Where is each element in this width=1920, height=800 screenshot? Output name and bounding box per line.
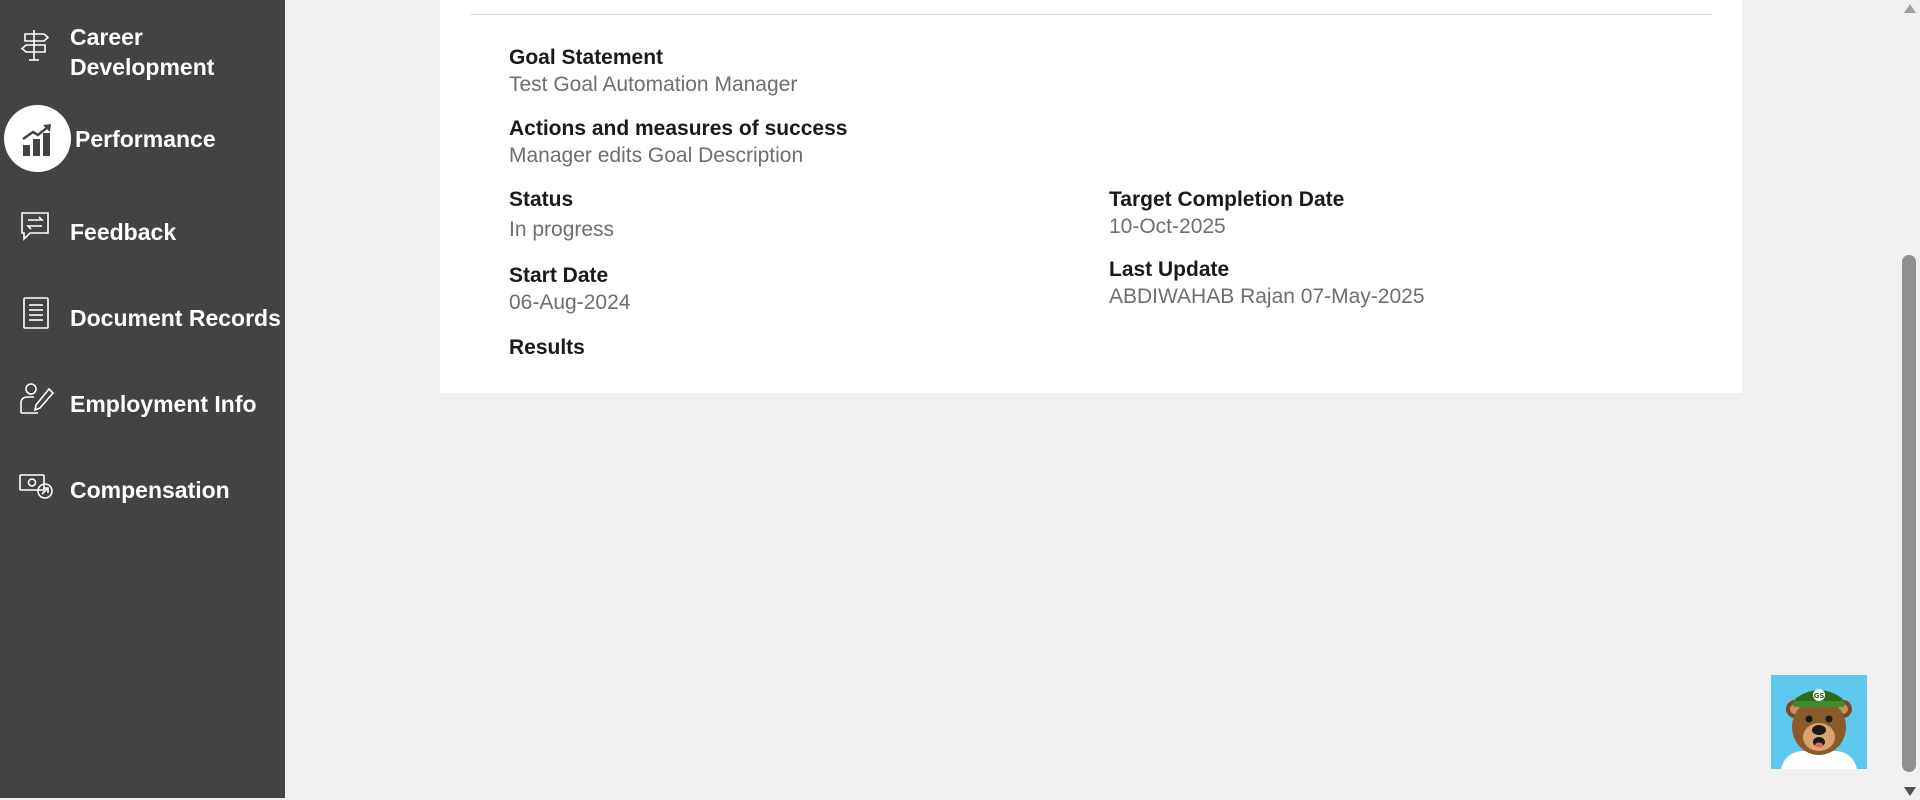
scroll-up-arrow-icon[interactable] [1904,4,1916,13]
scroll-down-arrow-icon[interactable] [1904,787,1916,796]
sidebar-item-label: Document Records [70,305,281,331]
goal-details-card: Goal Statement Test Goal Automation Mana… [440,0,1742,393]
target-completion-field: Target Completion Date 10-Oct-2025 [1109,186,1344,241]
results-field: Results [509,334,585,361]
sidebar-item-career-development[interactable]: Career Development [0,22,285,82]
bar-chart-up-icon [4,105,71,172]
feedback-icon [17,208,55,246]
signpost-icon [17,26,55,64]
sidebar-item-performance[interactable]: Performance [0,105,285,173]
goal-statement-field: Goal Statement Test Goal Automation Mana… [509,44,797,99]
status-label: Status [509,188,574,211]
actions-value: Manager edits Goal Description [509,144,804,167]
sidebar: Career Development Performance Feedback [0,0,285,798]
start-date-label: Start Date [509,264,609,287]
sidebar-item-label: Employment Info [70,391,257,417]
sidebar-item-label: Compensation [70,477,230,503]
last-update-label: Last Update [1109,258,1230,281]
document-icon [17,294,55,332]
status-value: In progress [509,218,615,241]
sidebar-item-employment-info[interactable]: Employment Info [0,380,285,428]
sidebar-item-feedback[interactable]: Feedback [0,208,285,256]
sidebar-item-label: Feedback [70,219,177,245]
actions-field: Actions and measures of success Manager … [509,115,847,170]
actions-label: Actions and measures of success [509,117,848,140]
last-update-value: ABDIWAHAB Rajan 07-May-2025 [1109,285,1425,308]
vertical-scrollbar[interactable] [1898,0,1920,800]
divider [470,14,1712,15]
sidebar-item-compensation[interactable]: Compensation [0,466,285,514]
goal-statement-label: Goal Statement [509,46,664,69]
person-edit-icon [17,380,55,418]
target-completion-label: Target Completion Date [1109,188,1345,211]
sidebar-item-label: Career Development [70,24,215,80]
last-update-field: Last Update ABDIWAHAB Rajan 07-May-2025 [1109,256,1425,311]
status-field: Status In progress [509,186,614,244]
start-date-field: Start Date 06-Aug-2024 [509,262,630,317]
sidebar-item-label: Performance [75,126,216,152]
target-completion-value: 10-Oct-2025 [1109,215,1226,238]
start-date-value: 06-Aug-2024 [509,291,631,314]
chatbot-launcher-button[interactable]: GS [1771,675,1867,769]
sidebar-item-document-records[interactable]: Document Records [0,294,285,342]
scroll-thumb[interactable] [1902,255,1916,772]
money-icon [17,466,55,504]
results-label: Results [509,336,585,359]
goal-statement-value: Test Goal Automation Manager [509,73,798,96]
svg-text:GS: GS [1814,692,1825,700]
bear-mascot-icon: GS [1781,689,1857,769]
